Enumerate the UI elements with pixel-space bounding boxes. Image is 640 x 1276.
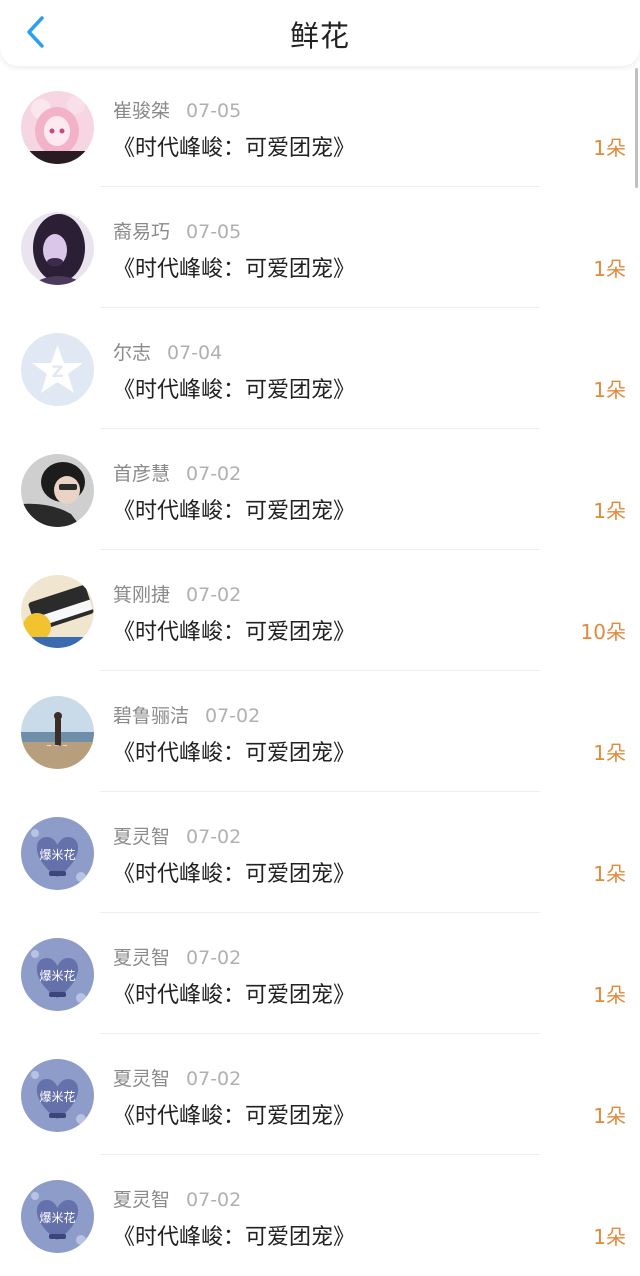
list-item[interactable]: 爆米花 夏灵智 07-02 《时代峰峻：可爱团宠》 1朵 <box>0 913 640 1034</box>
list-item[interactable]: 爆米花 夏灵智 07-02 《时代峰峻：可爱团宠》 1朵 <box>0 1155 640 1276</box>
avatar[interactable]: 爆米花 <box>21 938 94 1011</box>
list-item[interactable]: 崔骏桀 07-05 《时代峰峻：可爱团宠》 1朵 <box>0 66 640 187</box>
flower-count: 1朵 <box>593 741 626 765</box>
selfie-avatar-icon <box>21 454 94 527</box>
flower-count: 1朵 <box>593 257 626 281</box>
beach-avatar-icon: ~ ~ ~ <box>21 696 94 769</box>
avatar[interactable]: Z <box>21 333 94 406</box>
work-title: 《时代峰峻：可爱团宠》 <box>113 257 356 282</box>
anime-girl-avatar-icon <box>21 91 94 164</box>
user-name: 箕刚捷 <box>113 584 171 606</box>
flower-gift-list: 崔骏桀 07-05 《时代峰峻：可爱团宠》 1朵 裔易巧 07-05 《时代峰峻：可… <box>0 66 640 1276</box>
list-item[interactable]: 爆米花 夏灵智 07-02 《时代峰峻：可爱团宠》 1朵 <box>0 792 640 913</box>
gift-date: 07-02 <box>186 1068 242 1090</box>
user-name: 夏灵智 <box>113 1068 171 1090</box>
avatar[interactable]: 爆米花 <box>21 1180 94 1253</box>
user-name: 碧鲁骊洁 <box>113 705 190 727</box>
user-name: 崔骏桀 <box>113 100 171 122</box>
gift-date: 07-02 <box>186 463 242 485</box>
work-title: 《时代峰峻：可爱团宠》 <box>113 136 356 161</box>
work-title: 《时代峰峻：可爱团宠》 <box>113 620 356 645</box>
gift-date: 07-05 <box>186 221 242 243</box>
list-item[interactable]: 裔易巧 07-05 《时代峰峻：可爱团宠》 1朵 <box>0 187 640 308</box>
gift-date: 07-02 <box>205 705 261 727</box>
svg-text:~ ~ ~: ~ ~ ~ <box>46 742 68 750</box>
avatar[interactable]: ~ ~ ~ <box>21 696 94 769</box>
user-name: 夏灵智 <box>113 1189 171 1211</box>
list-item[interactable]: 箕刚捷 07-02 《时代峰峻：可爱团宠》 10朵 <box>0 550 640 671</box>
avatar[interactable] <box>21 91 94 164</box>
user-name: 首彦慧 <box>113 463 171 485</box>
avatar[interactable]: 爆米花 <box>21 817 94 890</box>
gift-date: 07-02 <box>186 584 242 606</box>
gift-date: 07-02 <box>186 826 242 848</box>
page-title: 鲜花 <box>289 19 350 53</box>
flower-count: 1朵 <box>593 499 626 523</box>
user-name: 裔易巧 <box>113 221 171 243</box>
flower-count: 1朵 <box>593 378 626 402</box>
avatar[interactable] <box>21 212 94 285</box>
work-title: 《时代峰峻：可爱团宠》 <box>113 741 356 766</box>
scrollbar[interactable] <box>635 68 638 188</box>
gift-date: 07-02 <box>186 1189 242 1211</box>
list-item[interactable]: 首彦慧 07-02 《时代峰峻：可爱团宠》 1朵 <box>0 429 640 550</box>
flower-count: 1朵 <box>593 1225 626 1249</box>
avatar[interactable] <box>21 454 94 527</box>
heart-popcorn-avatar-icon: 爆米花 <box>21 938 94 1011</box>
avatar-text: 爆米花 <box>39 1089 75 1104</box>
heart-popcorn-avatar-icon: 爆米花 <box>21 817 94 890</box>
list-item[interactable]: ~ ~ ~ 碧鲁骊洁 07-02 《时代峰峻：可爱团宠》 1朵 <box>0 671 640 792</box>
default-star-avatar-icon: Z <box>21 333 94 406</box>
flower-count: 1朵 <box>593 136 626 160</box>
work-title: 《时代峰峻：可爱团宠》 <box>113 1225 356 1250</box>
work-title: 《时代峰峻：可爱团宠》 <box>113 862 356 887</box>
user-name: 夏灵智 <box>113 826 171 848</box>
list-item[interactable]: 爆米花 夏灵智 07-02 《时代峰峻：可爱团宠》 1朵 <box>0 1034 640 1155</box>
avatar[interactable]: 爆米花 <box>21 1059 94 1132</box>
top-nav-bar: 鲜花 <box>0 0 640 66</box>
heart-popcorn-avatar-icon: 爆米花 <box>21 1059 94 1132</box>
gift-date: 07-05 <box>186 100 242 122</box>
dark-hair-avatar-icon <box>21 212 94 285</box>
flower-count: 1朵 <box>593 862 626 886</box>
flower-count: 1朵 <box>593 1104 626 1128</box>
user-name: 夏灵智 <box>113 947 171 969</box>
list-item[interactable]: Z 尔志 07-04 《时代峰峻：可爱团宠》 1朵 <box>0 308 640 429</box>
avatar-text: 爆米花 <box>39 968 75 983</box>
avatar[interactable] <box>21 575 94 648</box>
svg-text:Z: Z <box>52 362 64 381</box>
work-title: 《时代峰峻：可爱团宠》 <box>113 1104 356 1129</box>
avatar-text: 爆米花 <box>39 1210 75 1225</box>
gift-date: 07-04 <box>167 342 223 364</box>
work-title: 《时代峰峻：可爱团宠》 <box>113 499 356 524</box>
heart-popcorn-avatar-icon: 爆米花 <box>21 1180 94 1253</box>
flower-count: 10朵 <box>580 620 626 644</box>
gift-date: 07-02 <box>186 947 242 969</box>
user-name: 尔志 <box>113 342 152 364</box>
avatar-text: 爆米花 <box>39 847 75 862</box>
piano-avatar-icon <box>21 575 94 648</box>
work-title: 《时代峰峻：可爱团宠》 <box>113 983 356 1008</box>
work-title: 《时代峰峻：可爱团宠》 <box>113 378 356 403</box>
flower-count: 1朵 <box>593 983 626 1007</box>
